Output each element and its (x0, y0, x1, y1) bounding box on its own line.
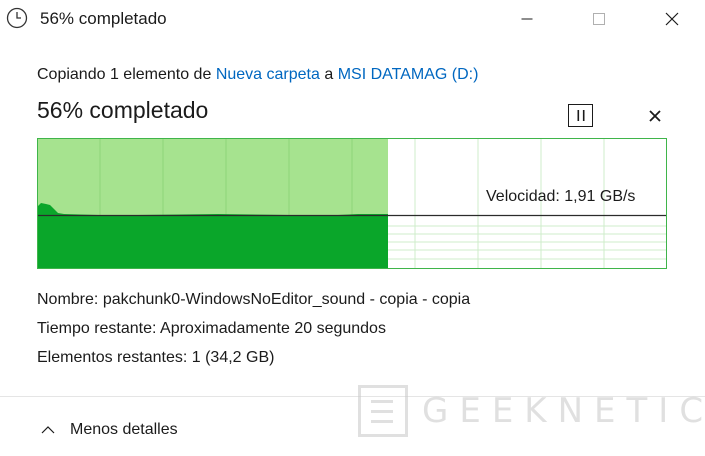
title-bar: 56% completado (0, 0, 705, 38)
minimize-icon (521, 18, 533, 20)
pause-button[interactable] (568, 104, 593, 127)
detail-items-label: Elementos restantes: (37, 349, 188, 366)
window-title: 56% completado (40, 9, 167, 28)
close-icon (649, 110, 661, 122)
source-folder-link[interactable]: Nueva carpeta (216, 66, 320, 83)
detail-name-value: pakchunk0-WindowsNoEditor_sound - copia … (102, 291, 471, 308)
maximize-button[interactable] (576, 0, 622, 38)
detail-name-label: Nombre: (37, 291, 99, 308)
watermark-text: GEEKNETIC (422, 391, 705, 431)
watermark-logo: GEEKNETIC (358, 383, 705, 439)
copy-description: Copiando 1 elemento de Nueva carpeta a M… (37, 66, 478, 84)
maximize-icon (593, 13, 605, 25)
clock-icon (6, 7, 28, 29)
less-details-toggle[interactable]: Menos detalles (40, 421, 178, 439)
detail-time-label: Tiempo restante: (37, 320, 157, 337)
minimize-button[interactable] (504, 0, 550, 38)
watermark-logo-icon (358, 385, 408, 437)
cancel-operation-button[interactable] (645, 106, 665, 126)
detail-name: Nombre: pakchunk0-WindowsNoEditor_sound … (37, 291, 470, 309)
less-details-label: Menos detalles (70, 421, 178, 438)
close-icon (665, 12, 679, 26)
progress-title: 56% completado (37, 97, 209, 123)
detail-time-remaining: Tiempo restante: Aproximadamente 20 segu… (37, 320, 386, 338)
copy-prefix: Copiando 1 elemento de (37, 66, 212, 83)
detail-items-remaining: Elementos restantes: 1 (34,2 GB) (37, 349, 274, 367)
detail-time-value: Aproximadamente 20 segundos (160, 320, 386, 337)
close-window-button[interactable] (649, 0, 695, 38)
copy-connector: a (324, 66, 334, 83)
chevron-up-icon (41, 426, 55, 434)
pause-icon (577, 110, 584, 121)
destination-drive-link[interactable]: MSI DATAMAG (D:) (338, 66, 479, 83)
speed-label: Velocidad: 1,91 GB/s (486, 188, 636, 205)
detail-items-value: 1 (34,2 GB) (191, 349, 275, 366)
